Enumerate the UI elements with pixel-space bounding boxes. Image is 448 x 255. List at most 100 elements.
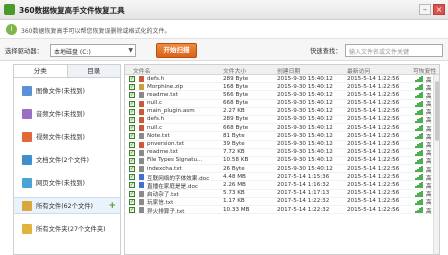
created-date: 2017-5-14 1:16:32 (277, 181, 330, 188)
file-name: pnversion.txt (147, 141, 185, 147)
sidebar-item-label: 视频文件(未找到) (36, 134, 85, 141)
accessed-date: 2015-5-14 1:22:56 (347, 141, 400, 147)
table-row[interactable]: ✓ indexcha.txt 26 Byte 2015-9-30 15:40:12 20… (125, 165, 439, 174)
row-checkbox[interactable]: ✓ (129, 207, 135, 213)
created-date: 2017-5-14 1:17:13 (277, 190, 330, 197)
signal-bar (421, 174, 423, 181)
minimize-button[interactable]: – (419, 4, 431, 15)
signal-icon (415, 190, 423, 197)
row-checkbox[interactable]: ✓ (129, 100, 135, 107)
column-header-name[interactable]: 文件名 (133, 66, 150, 75)
table-row[interactable]: ✓ 玩家信.txt 1.17 KB 2017-5-14 1:22:32 2015-5-1… (125, 198, 439, 206)
file-size: 168 Byte (223, 83, 249, 90)
row-checkbox[interactable]: ✓ (129, 141, 135, 148)
row-checkbox[interactable]: ✓ (129, 198, 135, 205)
table-row[interactable]: ✓ null.c 668 Byte 2015-9-30 15:40:12 2015-5-… (125, 100, 439, 108)
scrollbar-thumb[interactable] (435, 81, 439, 141)
signal-icon (415, 198, 423, 205)
row-checkbox[interactable]: ✓ (129, 92, 135, 99)
drive-label: 选择驱动器： (5, 48, 43, 55)
file-name: 异火排算子.txt (147, 208, 185, 215)
table-row[interactable]: ✓ Morphine.zip 168 Byte 2015-9-30 15:40:12 2… (125, 83, 439, 92)
row-checkbox[interactable]: ✓ (129, 182, 135, 189)
accessed-date: 2015-5-14 1:22:56 (347, 181, 400, 188)
column-header-accessed[interactable]: 最新访问 (347, 66, 370, 75)
file-icon (139, 207, 144, 213)
row-checkbox[interactable]: ✓ (129, 125, 135, 132)
expand-icon[interactable]: + (108, 201, 116, 211)
scan-button[interactable]: 开始扫描 (156, 43, 197, 58)
table-row[interactable]: ✓ defs.h 289 Byte 2015-9-30 15:40:12 2015-5-… (125, 116, 439, 124)
sidebar-item[interactable]: 文档文件(2个文件) (14, 151, 120, 168)
file-size: 289 Byte (223, 75, 249, 82)
sidebar-item-label: 所有文件(62个文件) (36, 203, 94, 210)
sidebar-item[interactable]: 所有文件(62个文件) + (14, 197, 120, 214)
table-row[interactable]: ✓ 启动杂了.txt 5.73 KB 2017-5-14 1:17:13 2015-5-… (125, 190, 439, 198)
sidebar-item[interactable]: 视频文件(未找到) (14, 128, 120, 145)
accessed-date: 2015-5-14 1:22:56 (347, 206, 400, 213)
signal-bar (421, 133, 423, 140)
table-row[interactable]: ✓ 异火排算子.txt 10.33 MB 2017-5-14 1:22:32 2015-… (125, 206, 439, 215)
table-row[interactable]: ✓ main_plugin.asm 2.27 KB 2015-9-30 15:40:1… (125, 108, 439, 116)
signal-icon (415, 149, 423, 156)
sidebar-item[interactable]: 所有文件夹(27个文件夹) (14, 220, 120, 237)
table-row[interactable]: ✓ null.c 668 Byte 2015-9-30 15:40:12 2015-5-… (125, 124, 439, 133)
created-date: 2015-9-30 15:40:12 (277, 75, 333, 82)
sidebar-item[interactable]: 图像文件(未找到) (14, 82, 120, 99)
sidebar-tabs: 分类 目录 (14, 65, 120, 78)
column-header-created[interactable]: 创建日期 (277, 66, 300, 75)
app-logo-icon (4, 4, 15, 15)
accessed-date: 2015-5-14 1:22:56 (347, 173, 400, 180)
vertical-scrollbar[interactable] (433, 75, 439, 254)
signal-bar (421, 182, 423, 189)
document-icon (22, 154, 32, 165)
row-checkbox[interactable]: ✓ (129, 166, 135, 173)
row-checkbox[interactable]: ✓ (129, 149, 135, 156)
info-icon: i (6, 24, 17, 35)
row-checkbox[interactable]: ✓ (129, 76, 135, 82)
file-size: 668 Byte (223, 100, 249, 107)
row-checkbox[interactable]: ✓ (129, 190, 135, 197)
row-checkbox[interactable]: ✓ (129, 157, 135, 164)
file-table: 文件名 文件大小 创建日期 最新访问 可恢复性 ✓ defs.h 289 Byte 2… (124, 64, 440, 255)
created-date: 2015-9-30 15:40:12 (277, 132, 333, 139)
row-checkbox[interactable]: ✓ (129, 174, 135, 181)
created-date: 2015-9-30 15:40:12 (277, 100, 333, 107)
file-size: 7.72 KB (223, 149, 245, 156)
created-date: 2015-9-30 15:40:12 (277, 91, 333, 98)
image-icon (22, 85, 32, 96)
search-label: 快速查找： (310, 48, 342, 55)
drive-select[interactable]: 本地磁盘 (C:) ▼ (50, 44, 136, 57)
row-checkbox[interactable]: ✓ (129, 108, 135, 115)
file-icon (139, 198, 144, 205)
table-row[interactable]: ✓ Note.txt 81 Byte 2015-9-30 15:40:12 2015-5… (125, 132, 439, 141)
row-checkbox[interactable]: ✓ (129, 116, 135, 123)
table-row[interactable]: ✓ 互联网络的字体效果.doc 4.48 MB 2017-5-14 1:15:36 20… (125, 173, 439, 182)
created-date: 2015-9-30 15:40:12 (277, 141, 333, 147)
close-button[interactable]: × (433, 4, 445, 15)
search-input[interactable]: 输入文件名或文件关键 (345, 44, 443, 57)
table-row[interactable]: ✓ readme.txt 566 Byte 2015-9-30 15:40:12 201… (125, 91, 439, 100)
file-icon (139, 133, 144, 140)
tab-directory[interactable]: 目录 (68, 65, 121, 77)
accessed-date: 2015-5-14 1:22:56 (347, 116, 400, 123)
sidebar-item[interactable]: 网页文件(未找到) (14, 174, 120, 191)
window-title: 360数据恢复高手文件恢复工具 (19, 6, 125, 15)
table-row[interactable]: ✓ pnversion.txt 39 Byte 2015-9-30 15:40:12 2… (125, 141, 439, 149)
sidebar-item-label: 图像文件(未找到) (36, 88, 85, 95)
table-row[interactable]: ✓ defs.h 289 Byte 2015-9-30 15:40:12 2015-5-… (125, 75, 439, 84)
row-checkbox[interactable]: ✓ (129, 133, 135, 140)
sidebar-item[interactable]: 音频文件(未找到) (14, 105, 120, 122)
column-header-size[interactable]: 文件大小 (223, 66, 246, 75)
signal-bar (421, 76, 423, 82)
table-row[interactable]: ✓ File Types Signatu... 10.58 KB 2015-9-30 … (125, 157, 439, 165)
table-row[interactable]: ✓ readme.txt 7.72 KB 2015-9-30 15:40:12 2015… (125, 149, 439, 157)
file-icon (139, 149, 144, 156)
table-row[interactable]: ✓ 直播在家庭是是.doc 2.26 MB 2017-5-14 1:16:32 2015… (125, 181, 439, 190)
column-header-recoverability[interactable]: 可恢复性 (413, 66, 436, 75)
tab-category[interactable]: 分类 (14, 65, 68, 77)
row-checkbox[interactable]: ✓ (129, 84, 135, 91)
created-date: 2015-9-30 15:40:12 (277, 116, 333, 123)
table-header: 文件名 文件大小 创建日期 最新访问 可恢复性 (125, 65, 439, 75)
file-icon (139, 125, 144, 132)
